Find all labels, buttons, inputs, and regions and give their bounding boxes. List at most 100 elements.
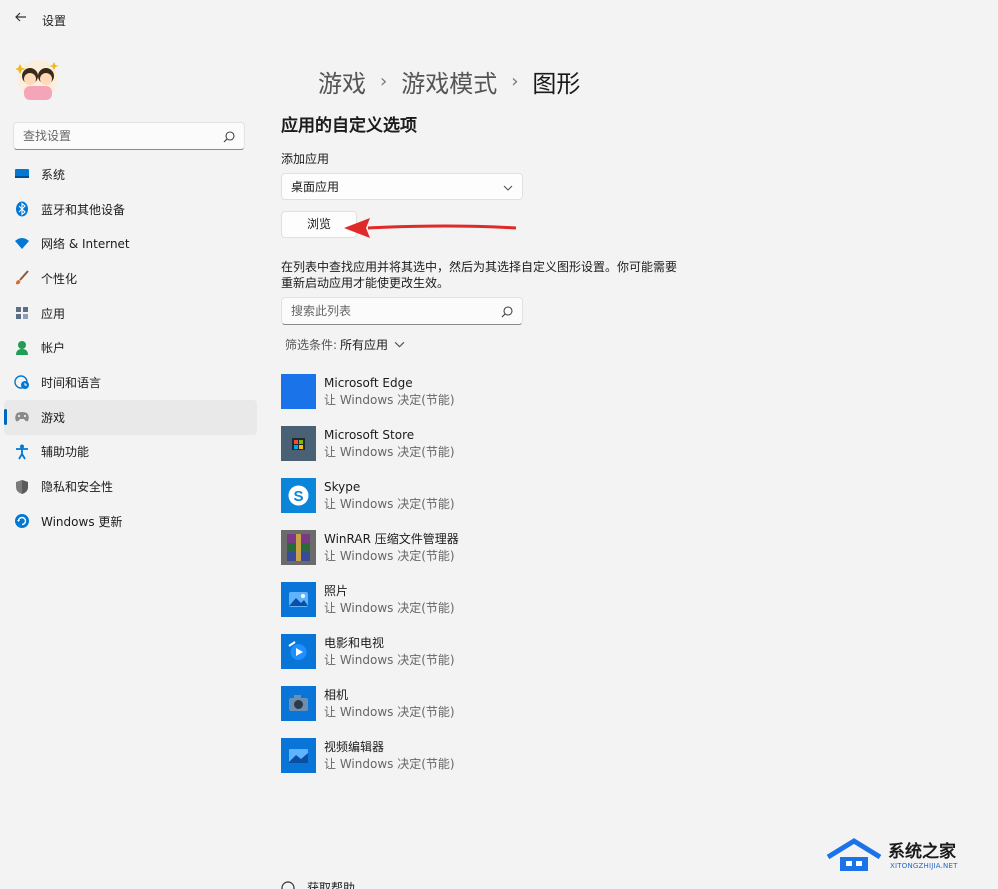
chevron-down-icon: [394, 339, 405, 350]
app-name: Skype: [324, 480, 361, 494]
accessibility-icon: [14, 444, 30, 460]
get-help-link[interactable]: 获取帮助: [281, 879, 355, 889]
search-icon[interactable]: [500, 304, 514, 318]
video-editor-icon: [281, 738, 316, 773]
app-status: 让 Windows 决定(节能): [324, 549, 455, 563]
edge-icon: [281, 374, 316, 409]
list-item[interactable]: 视频编辑器 让 Windows 决定(节能): [281, 738, 681, 790]
shield-icon: [14, 479, 30, 495]
app-list-search-input[interactable]: [282, 298, 492, 324]
app-name: Microsoft Edge: [324, 376, 413, 390]
photos-icon: [281, 582, 316, 617]
breadcrumb-gaming[interactable]: 游戏: [318, 64, 366, 99]
app-name: 电影和电视: [324, 636, 385, 650]
add-app-label: 添加应用: [281, 152, 330, 166]
description-text: 在列表中查找应用并将其选中，然后为其选择自定义图形设置。你可能需要重新启动应用才…: [281, 260, 678, 290]
filter-value: 所有应用: [340, 338, 389, 352]
sidebar-item-label: 个性化: [41, 271, 78, 286]
app-name: 相机: [324, 688, 349, 702]
annotation-arrow: [344, 218, 517, 238]
sidebar-item-label: 帐户: [41, 341, 66, 356]
app-list-search[interactable]: [281, 297, 523, 325]
watermark-title: 系统之家: [888, 842, 956, 862]
help-icon: [281, 880, 295, 889]
back-arrow-icon[interactable]: [10, 8, 32, 30]
sidebar-item-label: Windows 更新: [41, 514, 123, 529]
app-name: Microsoft Store: [324, 428, 415, 442]
bluetooth-icon: [14, 201, 30, 217]
globe-clock-icon: [14, 374, 30, 390]
sidebar-item-label: 辅助功能: [41, 445, 90, 460]
settings-search-input[interactable]: [14, 123, 214, 149]
app-status: 让 Windows 决定(节能): [324, 601, 455, 615]
sidebar-item-network[interactable]: 网络 & Internet: [4, 226, 257, 261]
sidebar-item-gaming[interactable]: 游戏: [4, 399, 257, 435]
section-title: 应用的自定义选项: [281, 116, 417, 136]
app-list: Microsoft Edge 让 Windows 决定(节能) Microsof…: [281, 374, 681, 790]
app-status: 让 Windows 决定(节能): [324, 445, 455, 459]
list-item[interactable]: Microsoft Store 让 Windows 决定(节能): [281, 426, 681, 478]
title-bar: 设置: [0, 0, 998, 40]
watermark-logo: 系统之家 XITONGZHIJIA.NET: [824, 835, 984, 879]
sidebar-item-windows-update[interactable]: Windows 更新: [4, 504, 257, 539]
page-title: 图形: [532, 70, 581, 98]
app-name: 照片: [324, 584, 349, 598]
wifi-icon: [14, 236, 30, 252]
list-item[interactable]: Microsoft Edge 让 Windows 决定(节能): [281, 374, 681, 426]
sidebar-item-label: 网络 & Internet: [41, 237, 130, 252]
app-name: 视频编辑器: [324, 740, 385, 754]
sidebar-item-accounts[interactable]: 帐户: [4, 330, 257, 365]
avatar[interactable]: [14, 56, 60, 104]
gamepad-icon: [14, 409, 30, 425]
app-status: 让 Windows 决定(节能): [324, 497, 455, 511]
app-status: 让 Windows 决定(节能): [324, 653, 455, 667]
app-status: 让 Windows 决定(节能): [324, 705, 455, 719]
sidebar-item-accessibility[interactable]: 辅助功能: [4, 435, 257, 470]
get-help-label: 获取帮助: [307, 881, 356, 889]
app-status: 让 Windows 决定(节能): [324, 393, 455, 407]
list-item[interactable]: 相机 让 Windows 决定(节能): [281, 686, 681, 738]
list-item[interactable]: WinRAR 压缩文件管理器 让 Windows 决定(节能): [281, 530, 681, 582]
brush-icon: [14, 270, 30, 286]
dropdown-selected-value: 桌面应用: [291, 180, 340, 194]
breadcrumb-separator: ›: [511, 71, 519, 92]
breadcrumb-game-mode[interactable]: 游戏模式: [401, 64, 497, 99]
sidebar-item-label: 游戏: [41, 410, 66, 425]
camera-icon: [281, 686, 316, 721]
app-name: WinRAR 压缩文件管理器: [324, 532, 459, 546]
chevron-down-icon: [503, 182, 513, 192]
account-icon: [14, 340, 30, 356]
list-item[interactable]: 照片 让 Windows 决定(节能): [281, 582, 681, 634]
breadcrumb-separator: ›: [380, 71, 388, 92]
watermark-subtitle: XITONGZHIJIA.NET: [890, 862, 958, 870]
sidebar-item-system[interactable]: 系统: [4, 157, 257, 192]
movies-icon: [281, 634, 316, 669]
svg-text:S: S: [293, 488, 303, 505]
app-status: 让 Windows 决定(节能): [324, 757, 455, 771]
sidebar-item-label: 隐私和安全性: [41, 480, 114, 495]
sidebar-item-privacy[interactable]: 隐私和安全性: [4, 469, 257, 504]
filter-label: 筛选条件:: [285, 338, 338, 352]
sidebar-item-label: 蓝牙和其他设备: [41, 202, 126, 217]
sidebar-item-label: 系统: [41, 167, 66, 182]
sidebar-item-apps[interactable]: 应用: [4, 296, 257, 331]
sidebar-item-personalization[interactable]: 个性化: [4, 261, 257, 296]
sidebar-item-bluetooth[interactable]: 蓝牙和其他设备: [4, 192, 257, 227]
breadcrumb: 游戏 › 游戏模式 › 图形: [318, 64, 580, 99]
apps-icon: [14, 305, 30, 321]
monitor-icon: [14, 166, 30, 182]
filter-dropdown[interactable]: 筛选条件: 所有应用: [285, 336, 405, 353]
sidebar-item-label: 应用: [41, 306, 66, 321]
sidebar-item-label: 时间和语言: [41, 375, 102, 390]
app-type-dropdown[interactable]: 桌面应用: [281, 173, 523, 200]
store-icon: [281, 426, 316, 461]
list-item[interactable]: S Skype 让 Windows 决定(节能): [281, 478, 681, 530]
search-icon[interactable]: [222, 129, 236, 143]
settings-search[interactable]: [13, 122, 245, 150]
list-item[interactable]: 电影和电视 让 Windows 决定(节能): [281, 634, 681, 686]
house-logo-icon: [826, 838, 882, 871]
winrar-icon: [281, 530, 316, 565]
sidebar-nav: 系统 蓝牙和其他设备 网络 & Internet 个性化 应用 帐户 时间和语言…: [4, 157, 257, 539]
sidebar-item-time-language[interactable]: 时间和语言: [4, 365, 257, 400]
update-icon: [14, 513, 30, 529]
